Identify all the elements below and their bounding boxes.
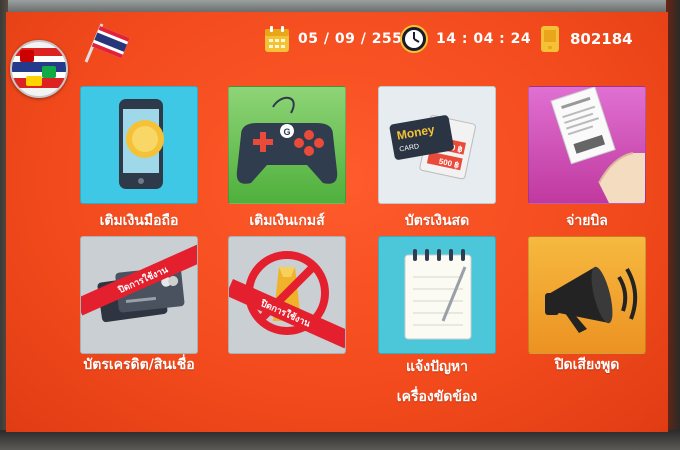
mute-voice-label: ปิดเสียงพูด [554, 357, 620, 373]
pay-bill-label: จ่ายบิล [566, 213, 608, 229]
money-card-icon: 300 ฿ 500 ฿ Money CARD [389, 115, 476, 180]
svg-text:G: G [283, 127, 290, 137]
cash-card-tile[interactable]: 300 ฿ 500 ฿ Money CARD บัตรเงินสด [378, 86, 496, 229]
bezel-right [666, 0, 680, 450]
date-display: 05 / 09 / 2559 [264, 24, 413, 54]
mute-voice-tile[interactable]: ปิดเสียงพูด [528, 236, 646, 373]
gold-art: ปิดการใช้งาน [228, 236, 346, 354]
time-display: 14 : 04 : 24 [392, 24, 531, 54]
mobile-topup-art [80, 86, 198, 204]
credit-card-tile[interactable]: ปิดการใช้งาน บัตรเครดิต/สินเชื่อ [80, 236, 198, 373]
report-problem-tile[interactable]: แจ้งปัญหา เครื่องขัดข้อง [378, 236, 496, 405]
pay-bill-tile[interactable]: จ่ายบิล [528, 86, 646, 229]
smartphone-coin-icon [119, 99, 164, 189]
game-topup-label: เติมเงินเกมส์ [249, 213, 325, 229]
gold-tile[interactable]: ปิดการใช้งาน [228, 236, 346, 354]
notepad-icon [404, 249, 472, 340]
kiosk-screen: 05 / 09 / 2559 14 : 04 : 24 802184 เติมเ… [6, 12, 668, 432]
receipt-hand-icon [550, 87, 645, 203]
terminal-code-display: 802184 [540, 24, 633, 54]
calendar-icon [265, 26, 289, 52]
cash-card-label: บัตรเงินสด [404, 213, 470, 229]
game-topup-tile[interactable]: G เติมเงินเกมส์ [228, 86, 346, 229]
mobile-topup-tile[interactable]: เติมเงินมือถือ [80, 86, 198, 229]
report-problem-art [378, 236, 496, 354]
megaphone-icon [545, 266, 638, 333]
mobile-topup-label: เติมเงินมือถือ [99, 213, 179, 229]
pay-bill-art [528, 86, 646, 204]
bezel-bottom [0, 430, 680, 450]
game-topup-art: G [228, 86, 346, 204]
credit-card-art: ปิดการใช้งาน [80, 236, 198, 354]
report-problem-label-line2: เครื่องขัดข้อง [396, 389, 478, 405]
credit-card-icon: ปิดการใช้งาน [81, 242, 197, 323]
report-problem-label-line1: แจ้งปัญหา [406, 359, 468, 375]
thai-flag-icon[interactable] [80, 20, 136, 64]
cash-card-art: 300 ฿ 500 ฿ Money CARD [378, 86, 496, 204]
gamepad-icon: G [236, 97, 338, 184]
mute-voice-art [528, 236, 646, 354]
time-text: 14 : 04 : 24 [436, 31, 532, 47]
terminal-code-text: 802184 [570, 30, 633, 48]
credit-card-label: บัตรเครดิต/สินเชื่อ [83, 357, 195, 373]
gold-bar-icon: ปิดการใช้งาน [229, 251, 345, 349]
phone-icon [541, 26, 559, 52]
clock-icon [400, 25, 428, 53]
globe-flags-icon[interactable] [10, 40, 68, 98]
bezel-top [0, 0, 680, 12]
